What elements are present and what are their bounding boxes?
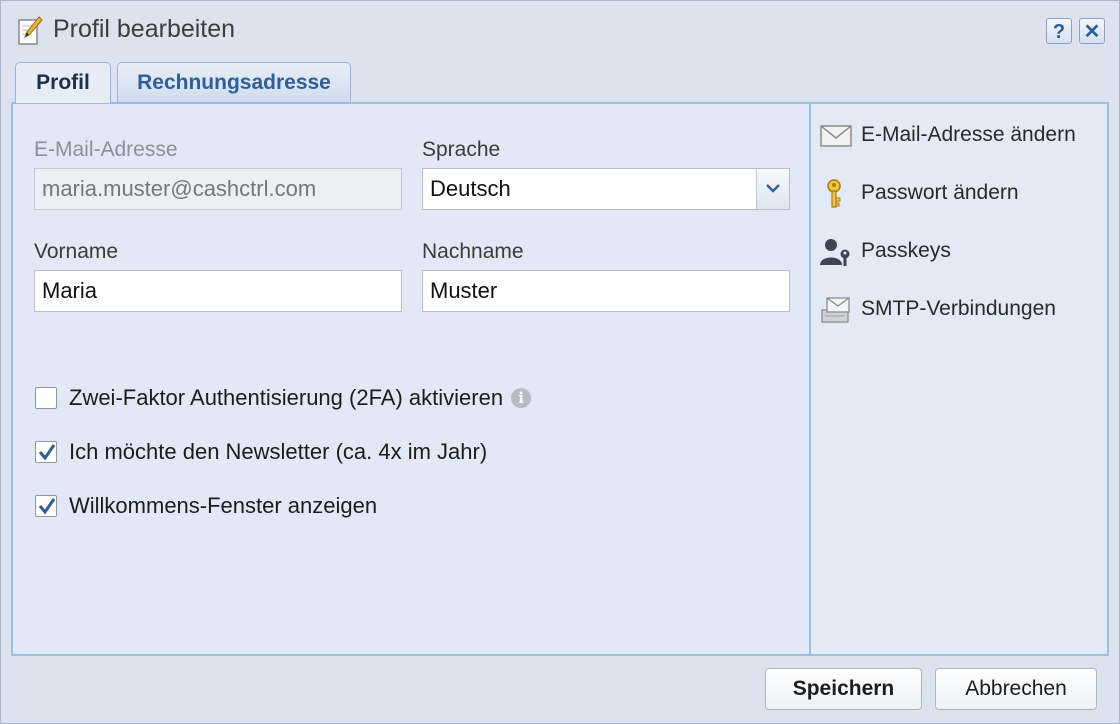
cancel-button[interactable]: Abbrechen: [935, 668, 1097, 710]
dialog-title: Profil bearbeiten: [53, 15, 236, 43]
close-button[interactable]: ✕: [1079, 18, 1105, 44]
lastname-field[interactable]: Muster: [422, 270, 790, 312]
tab-profil[interactable]: Profil: [15, 62, 111, 103]
firstname-field[interactable]: Maria: [34, 270, 402, 312]
checkbox-newsletter-label: Ich möchte den Newsletter (ca. 4x im Jah…: [69, 439, 488, 464]
tab-rechnungsadresse[interactable]: Rechnungsadresse: [117, 62, 351, 102]
email-field: maria.muster@cashctrl.com: [34, 168, 402, 210]
language-select-value: Deutsch: [430, 176, 511, 201]
envelope-icon: [819, 120, 853, 152]
checkbox-welcome-label: Willkommens-Fenster anzeigen: [69, 493, 378, 518]
edit-pencil-icon: [17, 16, 43, 46]
checkmark-icon: [38, 498, 56, 515]
change-password-label: Passwort ändern: [861, 181, 1019, 204]
tab-panel: E-Mail-Adresse maria.muster@cashctrl.com…: [11, 102, 1109, 656]
side-actions: E-Mail-Adresse ändern Passwort ändern Pa…: [809, 104, 1107, 654]
checkmark-icon: [38, 444, 56, 461]
checkbox-2fa-label: Zwei-Faktor Authentisierung (2FA) aktivi…: [69, 385, 532, 411]
profile-form: E-Mail-Adresse maria.muster@cashctrl.com…: [13, 104, 809, 654]
mail-server-icon: [819, 294, 853, 326]
lastname-label: Nachname: [422, 240, 524, 263]
info-icon[interactable]: i: [511, 388, 532, 408]
help-button[interactable]: ?: [1046, 18, 1072, 44]
save-button[interactable]: Speichern: [765, 668, 922, 710]
email-label: E-Mail-Adresse: [34, 138, 178, 161]
language-select[interactable]: Deutsch: [422, 168, 790, 210]
passkeys-label: Passkeys: [861, 239, 951, 262]
checkbox-newsletter[interactable]: [35, 441, 57, 463]
checkbox-welcome[interactable]: [35, 495, 57, 517]
chevron-down-icon[interactable]: [756, 169, 789, 209]
key-icon: [819, 178, 853, 210]
smtp-connections-label: SMTP-Verbindungen: [861, 297, 1056, 320]
profile-dialog: Profil bearbeiten ? ✕ Profil Rechnungsad…: [0, 0, 1120, 724]
language-label: Sprache: [422, 138, 501, 161]
checkbox-2fa[interactable]: [35, 387, 57, 409]
change-email-label: E-Mail-Adresse ändern: [861, 123, 1076, 146]
firstname-label: Vorname: [34, 240, 119, 263]
title-bar[interactable]: Profil bearbeiten ? ✕: [1, 1, 1119, 61]
user-key-icon: [819, 236, 853, 268]
